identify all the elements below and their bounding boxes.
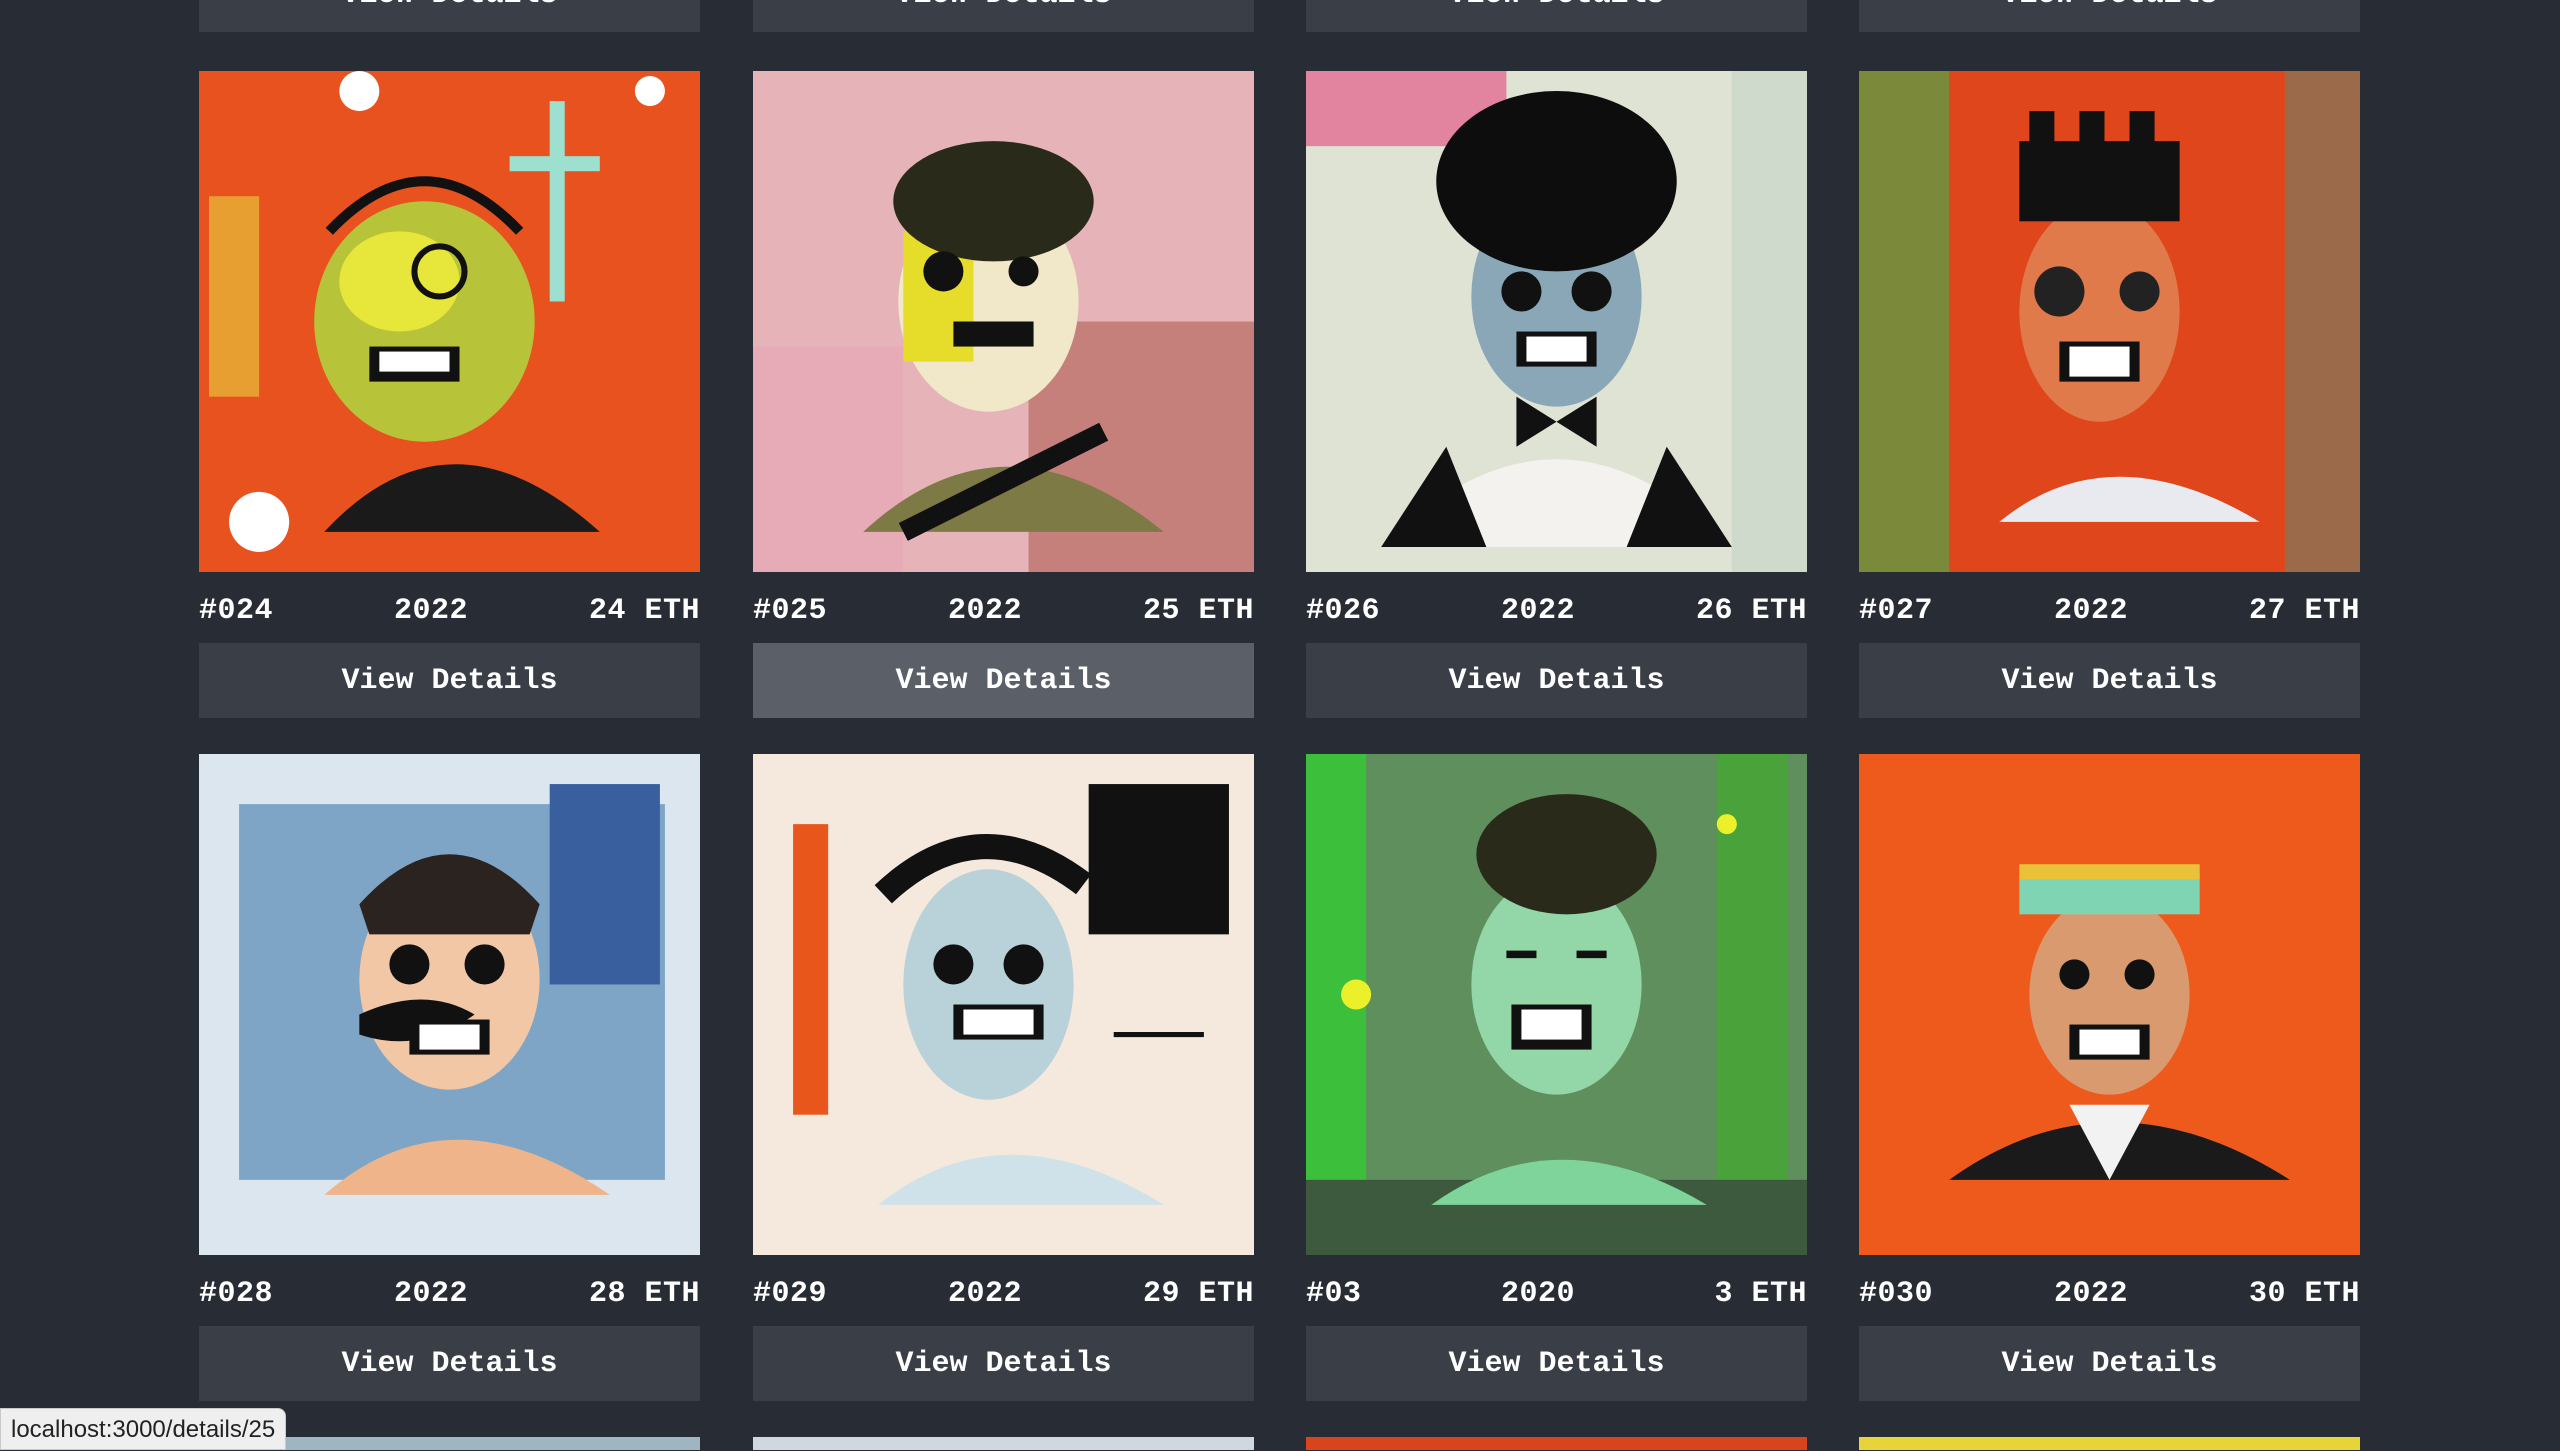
nft-id: #024 [199,594,274,628]
nft-price: 30 ETH [2248,1277,2360,1311]
nft-meta: #029 2022 29 ETH [753,1274,1254,1314]
view-details-button[interactable]: View Details [753,643,1254,718]
nft-artwork[interactable] [753,71,1254,572]
nft-id: #028 [199,1277,274,1311]
nft-year: 2022 [947,1277,1022,1311]
next-row-artwork-2[interactable] [753,1437,1254,1450]
nft-gallery-grid: View Details View Details View Details V… [0,0,2560,1450]
prev-row-button-4[interactable]: View Details [1859,0,2360,32]
nft-price: 27 ETH [2248,594,2360,628]
view-details-button[interactable]: View Details [753,1326,1254,1401]
nft-artwork[interactable] [199,754,700,1255]
nft-year: 2022 [2053,1277,2128,1311]
nft-price: 25 ETH [1142,594,1254,628]
nft-year: 2022 [393,594,468,628]
nft-price: 24 ETH [588,594,700,628]
nft-meta: #03 2020 3 ETH [1306,1274,1807,1314]
nft-year: 2020 [1500,1277,1575,1311]
nft-artwork[interactable] [1306,71,1807,572]
nft-meta: #030 2022 30 ETH [1859,1274,2360,1314]
nft-id: #03 [1306,1277,1362,1311]
nft-artwork[interactable] [1859,754,2360,1255]
nft-artwork[interactable] [753,754,1254,1255]
view-details-button[interactable]: View Details [199,1326,700,1401]
view-details-button[interactable]: View Details [1859,1326,2360,1401]
nft-meta: #026 2022 26 ETH [1306,591,1807,631]
nft-id: #030 [1859,1277,1934,1311]
view-details-button[interactable]: View Details [1859,643,2360,718]
nft-year: 2022 [2053,594,2128,628]
nft-artwork[interactable] [1306,754,1807,1255]
nft-price: 29 ETH [1142,1277,1254,1311]
view-details-button[interactable]: View Details [199,643,700,718]
nft-price: 26 ETH [1695,594,1807,628]
nft-meta: #028 2022 28 ETH [199,1274,700,1314]
view-details-button[interactable]: View Details [1306,643,1807,718]
next-row-artwork-4[interactable] [1859,1437,2360,1450]
prev-row-button-2[interactable]: View Details [753,0,1254,32]
nft-meta: #024 2022 24 ETH [199,591,700,631]
nft-id: #026 [1306,594,1381,628]
nft-meta: #025 2022 25 ETH [753,591,1254,631]
nft-id: #025 [753,594,828,628]
nft-year: 2022 [393,1277,468,1311]
nft-id: #027 [1859,594,1934,628]
nft-meta: #027 2022 27 ETH [1859,591,2360,631]
status-bar-url: localhost:3000/details/25 [0,1408,287,1450]
prev-row-button-1[interactable]: View Details [199,0,700,32]
nft-year: 2022 [947,594,1022,628]
nft-price: 3 ETH [1714,1277,1807,1311]
nft-artwork[interactable] [199,71,700,572]
nft-id: #029 [753,1277,828,1311]
next-row-artwork-3[interactable] [1306,1437,1807,1450]
view-details-button[interactable]: View Details [1306,1326,1807,1401]
nft-price: 28 ETH [588,1277,700,1311]
prev-row-button-3[interactable]: View Details [1306,0,1807,32]
nft-artwork[interactable] [1859,71,2360,572]
nft-year: 2022 [1500,594,1575,628]
